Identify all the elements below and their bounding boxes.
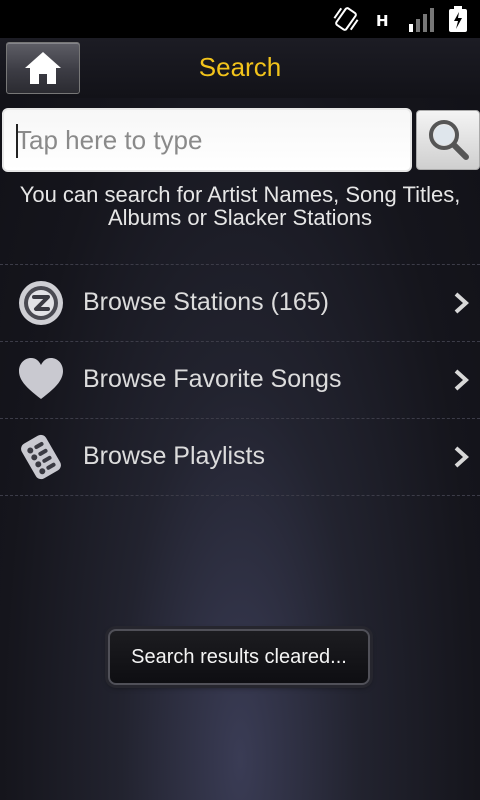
browse-playlists-row[interactable]: Browse Playlists: [0, 418, 480, 496]
playlist-icon: [21, 434, 61, 480]
chevron-right-icon: [454, 292, 469, 314]
magnifier-icon: [429, 120, 469, 160]
browse-playlists-label: Browse Playlists: [83, 442, 265, 470]
vibrate-icon: [333, 7, 359, 31]
browse-stations-row[interactable]: Browse Stations (165): [0, 264, 480, 341]
status-bar: H: [0, 0, 480, 38]
browse-list: Browse Stations (165) Browse Favorite So…: [0, 264, 480, 496]
page-title: Search: [198, 52, 282, 82]
search-hint-line: You can search for Artist Names, Song Ti…: [19, 182, 461, 207]
browse-stations-label: Browse Stations (165): [83, 288, 329, 316]
battery-charging-icon: [449, 6, 467, 32]
heart-icon: [19, 358, 63, 399]
search-hint-line: Albums or Slacker Stations: [107, 205, 373, 230]
text-caret: [16, 124, 18, 158]
search-input[interactable]: [2, 108, 412, 172]
browse-favorite-songs-row[interactable]: Browse Favorite Songs: [0, 341, 480, 418]
toast-message: Search results cleared...: [108, 629, 370, 685]
signal-bars-icon: [409, 8, 434, 32]
browse-favorite-songs-label: Browse Favorite Songs: [83, 365, 342, 393]
search-button[interactable]: [416, 110, 480, 170]
chevron-right-icon: [454, 369, 469, 391]
slacker-station-icon: [19, 281, 63, 325]
network-h-icon: H: [376, 12, 389, 30]
search-hint: You can search for Artist Names, Song Ti…: [0, 183, 480, 229]
chevron-right-icon: [454, 446, 469, 468]
header-bar: Search: [0, 38, 480, 98]
